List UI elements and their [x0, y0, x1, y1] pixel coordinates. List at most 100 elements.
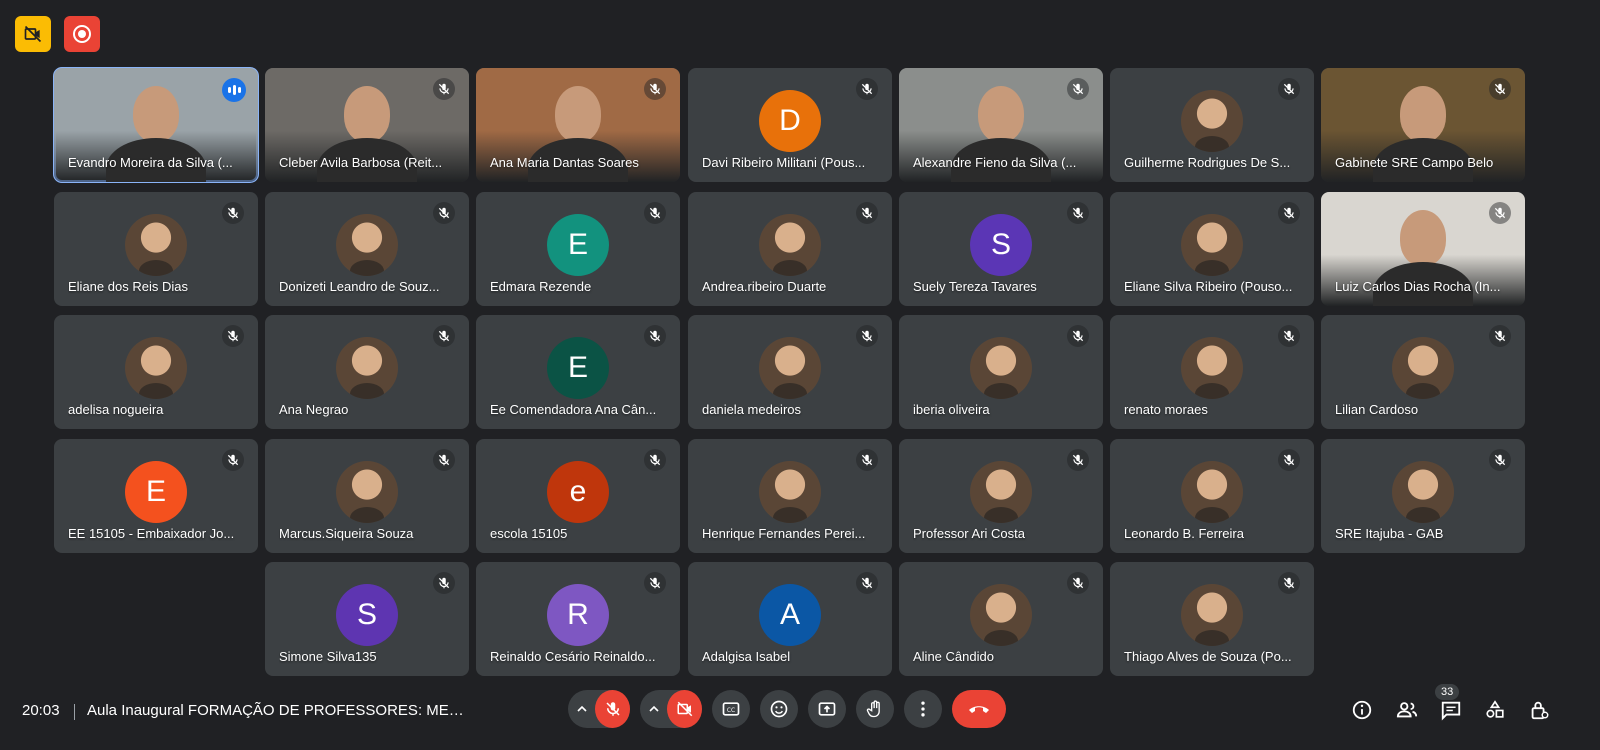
- participant-tile[interactable]: A Adalgisa Isabel: [688, 562, 892, 676]
- mic-off-icon: [1278, 449, 1300, 471]
- mic-off-icon: [1067, 202, 1089, 224]
- participant-tile[interactable]: Eliane dos Reis Dias: [54, 192, 258, 306]
- info-icon: [1352, 700, 1372, 720]
- reactions-button[interactable]: [760, 690, 798, 728]
- divider: [74, 704, 75, 720]
- participant-tile[interactable]: Ana Maria Dantas Soares: [476, 68, 680, 182]
- participant-avatar-photo: [759, 214, 821, 276]
- participant-tile[interactable]: E EE 15105 - Embaixador Jo...: [54, 439, 258, 553]
- participant-tile[interactable]: E Ee Comendadora Ana Cân...: [476, 315, 680, 429]
- participant-tile[interactable]: iberia oliveira: [899, 315, 1103, 429]
- host-controls-button[interactable]: [1527, 698, 1551, 722]
- present-icon: [818, 702, 836, 716]
- participant-name: Edmara Rezende: [490, 279, 592, 294]
- participant-name: Ana Maria Dantas Soares: [490, 155, 639, 170]
- recording-badge[interactable]: [64, 16, 100, 52]
- participant-tile[interactable]: Guilherme Rodrigues De S...: [1110, 68, 1314, 182]
- participant-name: Guilherme Rodrigues De S...: [1124, 155, 1291, 170]
- camera-off-badge[interactable]: [15, 16, 51, 52]
- participant-name: adelisa nogueira: [68, 402, 164, 417]
- participant-tile[interactable]: Lilian Cardoso: [1321, 315, 1525, 429]
- camera-control: [640, 690, 702, 728]
- participant-avatar-photo: [1181, 461, 1243, 523]
- mic-off-icon: [606, 702, 620, 716]
- leave-call-button[interactable]: [952, 690, 1006, 728]
- people-button[interactable]: [1395, 698, 1419, 722]
- captions-button[interactable]: CC: [712, 690, 750, 728]
- participant-tile[interactable]: Gabinete SRE Campo Belo: [1321, 68, 1525, 182]
- participant-tile[interactable]: daniela medeiros: [688, 315, 892, 429]
- participant-name: Ana Negrao: [279, 402, 349, 417]
- participant-avatar-photo: [125, 214, 187, 276]
- participant-tile[interactable]: e escola 15105: [476, 439, 680, 553]
- mic-off-icon: [433, 78, 455, 100]
- chat-button[interactable]: [1439, 698, 1463, 722]
- participant-tile[interactable]: Luiz Carlos Dias Rocha (In...: [1321, 192, 1525, 306]
- activities-button[interactable]: [1483, 698, 1507, 722]
- participant-tile[interactable]: Thiago Alves de Souza (Po...: [1110, 562, 1314, 676]
- meeting-details-button[interactable]: [1350, 698, 1374, 722]
- participant-name: Lilian Cardoso: [1335, 402, 1419, 417]
- participant-tile[interactable]: Professor Ari Costa: [899, 439, 1103, 553]
- participant-tile[interactable]: Alexandre Fieno da Silva (...: [899, 68, 1103, 182]
- raise-hand-button[interactable]: [856, 690, 894, 728]
- mic-options-button[interactable]: [568, 690, 595, 728]
- participant-name: iberia oliveira: [913, 402, 990, 417]
- mic-off-icon: [644, 78, 666, 100]
- participant-avatar: E: [547, 214, 609, 276]
- chevron-up-icon: [577, 705, 587, 712]
- camera-options-button[interactable]: [640, 690, 667, 728]
- participant-name: escola 15105: [490, 526, 568, 541]
- mic-off-icon: [856, 572, 878, 594]
- participant-tile[interactable]: S Simone Silva135: [265, 562, 469, 676]
- participant-name: Ee Comendadora Ana Cân...: [490, 402, 657, 417]
- meeting-title[interactable]: Aula Inaugural FORMAÇÃO DE PROFESSORES: …: [87, 702, 467, 719]
- participant-tile[interactable]: Andrea.ribeiro Duarte: [688, 192, 892, 306]
- mic-toggle-button[interactable]: [595, 690, 630, 728]
- participant-name: EE 15105 - Embaixador Jo...: [68, 526, 235, 541]
- participant-avatar: A: [759, 584, 821, 646]
- mic-off-icon: [1278, 572, 1300, 594]
- participant-tile[interactable]: Henrique Fernandes Perei...: [688, 439, 892, 553]
- hang-up-icon: [969, 706, 989, 713]
- mic-off-icon: [1278, 78, 1300, 100]
- participant-tile[interactable]: SRE Itajuba - GAB: [1321, 439, 1525, 553]
- participant-avatar-photo: [336, 214, 398, 276]
- participant-name: Aline Cândido: [913, 649, 994, 664]
- participant-tile[interactable]: Ana Negrao: [265, 315, 469, 429]
- participant-tile[interactable]: Leonardo B. Ferreira: [1110, 439, 1314, 553]
- participant-tile[interactable]: adelisa nogueira: [54, 315, 258, 429]
- chat-icon: [1441, 701, 1461, 721]
- participant-tile[interactable]: Cleber Avila Barbosa (Reit...: [265, 68, 469, 182]
- chevron-up-icon: [649, 705, 659, 712]
- mic-off-icon: [1489, 449, 1511, 471]
- participant-tile[interactable]: renato moraes: [1110, 315, 1314, 429]
- participant-tile[interactable]: Aline Cândido: [899, 562, 1103, 676]
- camera-toggle-button[interactable]: [667, 690, 702, 728]
- activities-icon: [1486, 700, 1504, 718]
- participant-avatar: D: [759, 90, 821, 152]
- participant-tile[interactable]: Marcus.Siqueira Souza: [265, 439, 469, 553]
- participant-avatar-photo: [1181, 214, 1243, 276]
- mic-off-icon: [222, 325, 244, 347]
- participant-tile[interactable]: E Edmara Rezende: [476, 192, 680, 306]
- more-options-button[interactable]: [904, 690, 942, 728]
- mic-off-icon: [222, 202, 244, 224]
- participant-tile[interactable]: Donizeti Leandro de Souz...: [265, 192, 469, 306]
- participant-name: Gabinete SRE Campo Belo: [1335, 155, 1494, 170]
- participant-tile[interactable]: Evandro Moreira da Silva (...: [53, 67, 259, 183]
- host-controls-icon: [1531, 701, 1549, 720]
- emoji-icon: [770, 700, 788, 718]
- mic-off-icon: [856, 202, 878, 224]
- participant-tile[interactable]: R Reinaldo Cesário Reinaldo...: [476, 562, 680, 676]
- mic-off-icon: [1067, 78, 1089, 100]
- participant-tile[interactable]: D Davi Ribeiro Militani (Pous...: [688, 68, 892, 182]
- present-button[interactable]: [808, 690, 846, 728]
- participant-tile[interactable]: Eliane Silva Ribeiro (Pouso...: [1110, 192, 1314, 306]
- mic-off-icon: [644, 202, 666, 224]
- camera-off-icon: [677, 701, 692, 717]
- participant-avatar-photo: [1392, 461, 1454, 523]
- participant-tile[interactable]: S Suely Tereza Tavares: [899, 192, 1103, 306]
- participant-avatar: E: [125, 461, 187, 523]
- participant-name: Marcus.Siqueira Souza: [279, 526, 414, 541]
